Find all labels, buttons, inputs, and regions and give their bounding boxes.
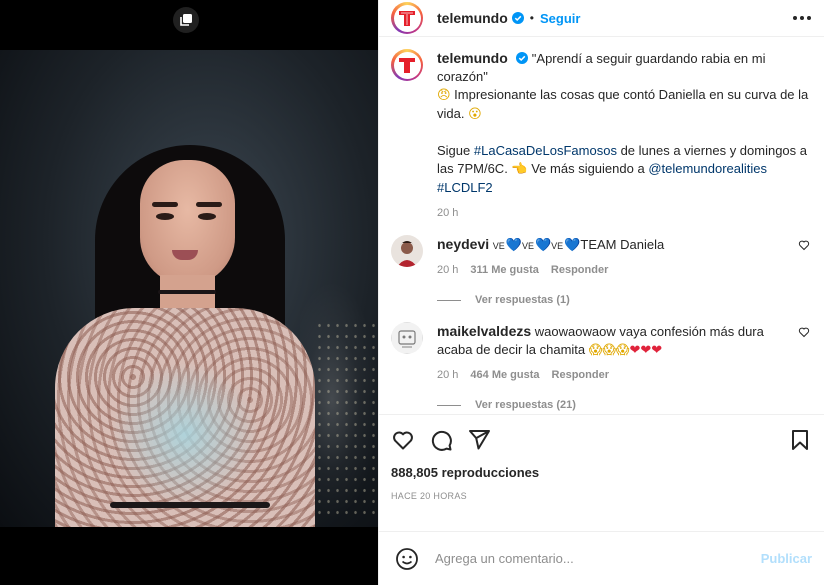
comment-username[interactable]: maikelvaldezs — [437, 323, 531, 339]
surprised-emoji: 😮 — [468, 107, 482, 122]
embroidered-dress — [55, 308, 315, 527]
emoji: 💙 — [505, 238, 522, 253]
ve-text: VE — [551, 241, 564, 251]
heart-icon[interactable] — [798, 326, 810, 338]
comments-section[interactable]: telemundo "Aprendí a seguir guardando rab… — [379, 37, 824, 414]
view-replies[interactable]: Ver respuestas (1) — [437, 294, 814, 306]
caption-text: telemundo "Aprendí a seguir guardando rab… — [437, 49, 814, 197]
follow-button[interactable]: Seguir — [540, 11, 580, 26]
caption-time: 20 h — [437, 207, 459, 219]
ve-text: VE — [521, 241, 534, 251]
comment-icon[interactable] — [429, 428, 453, 452]
eyebrow-right — [196, 202, 222, 207]
media-panel[interactable] — [0, 0, 378, 585]
comment-meta: 20 h 464 Me gusta Responder — [437, 369, 814, 381]
heart-icon[interactable] — [798, 239, 810, 251]
comment-item: maikelvaldezs waowaowaow vaya confesión … — [391, 322, 814, 381]
action-bar: 888,805 reproducciones HACE 20 HORAS — [379, 414, 824, 531]
angry-emoji: 😠 — [437, 88, 451, 103]
comment-fragment: TEAM Daniela — [580, 237, 665, 252]
more-icon[interactable] — [793, 16, 811, 20]
comment-meta: 20 h 311 Me gusta Responder — [437, 264, 814, 276]
caption-avatar[interactable] — [391, 49, 423, 81]
comment-likes[interactable]: 464 Me gusta — [470, 369, 539, 381]
hashtag-link-2[interactable]: #LCDLF2 — [437, 180, 493, 195]
view-replies-label[interactable]: Ver respuestas (21) — [475, 399, 576, 411]
emoji: 💙 — [534, 238, 552, 253]
comment-input[interactable]: Agrega un comentario... — [435, 551, 761, 566]
eye-right — [198, 213, 216, 220]
comment-text: maikelvaldezs waowaowaow vaya confesión … — [437, 322, 814, 360]
add-comment-bar: Agrega un comentario... Publicar — [379, 531, 824, 585]
emoji: 💙 — [564, 238, 581, 253]
view-replies-label[interactable]: Ver respuestas (1) — [475, 294, 570, 306]
emoji: ❤❤❤ — [629, 343, 663, 358]
dress-belt — [110, 502, 270, 508]
caption-username[interactable]: telemundo — [437, 50, 508, 66]
eyebrow-left — [152, 202, 178, 207]
instagram-post: telemundo • Seguir telemundo "Aprendí a … — [0, 0, 824, 585]
mention-link[interactable]: @telemundorealities — [648, 161, 767, 176]
pointing-emoji: 👈 — [511, 162, 528, 177]
multi-media-icon[interactable] — [173, 7, 199, 33]
emoji-icon[interactable] — [395, 547, 419, 571]
avatar[interactable] — [391, 2, 423, 34]
verified-icon — [511, 12, 524, 24]
side-panel: telemundo • Seguir telemundo "Aprendí a … — [378, 0, 824, 585]
comment-time: 20 h — [437, 264, 459, 276]
telemundo-logo — [399, 11, 415, 26]
view-replies[interactable]: Ver respuestas (21) — [437, 399, 814, 411]
caption-line2: Impresionante las cosas que contó Daniel… — [437, 87, 809, 121]
view-count[interactable]: 888,805 reproducciones — [391, 465, 812, 480]
post-time: HACE 20 HORAS — [391, 491, 467, 501]
telemundo-logo — [399, 58, 415, 73]
post-comment-button[interactable]: Publicar — [761, 551, 812, 566]
comment-item: neydevi VE💙VE💙VE💙TEAM Daniela 20 h 311 M… — [391, 235, 814, 276]
comment-time: 20 h — [437, 369, 459, 381]
header-username[interactable]: telemundo — [437, 10, 508, 26]
bookmark-icon[interactable] — [788, 428, 812, 452]
choker-necklace — [158, 290, 216, 294]
caption-para2-start: Sigue — [437, 143, 474, 158]
comment-likes[interactable]: 311 Me gusta — [470, 264, 538, 276]
caption: telemundo "Aprendí a seguir guardando rab… — [391, 49, 814, 219]
caption-para2-mid2: Ve más siguiendo a — [527, 161, 649, 176]
comment-body: VE💙VE💙VE💙TEAM Daniela — [492, 237, 665, 253]
commenter-avatar[interactable] — [391, 235, 423, 267]
video-player[interactable] — [0, 50, 378, 527]
reply-button[interactable]: Responder — [552, 369, 609, 381]
emoji: 😱😱😱 — [588, 343, 630, 358]
hashtag-link[interactable]: #LaCasaDeLosFamosos — [474, 143, 617, 158]
commenter-avatar[interactable] — [391, 322, 423, 354]
verified-icon — [515, 52, 528, 64]
person-face — [140, 160, 235, 285]
background-sparkles — [315, 320, 375, 520]
share-icon[interactable] — [467, 428, 491, 452]
eye-left — [156, 213, 174, 220]
ve-text: VE — [492, 241, 505, 251]
reply-button[interactable]: Responder — [551, 264, 608, 276]
post-header: telemundo • Seguir — [379, 0, 824, 37]
comment-username[interactable]: neydevi — [437, 236, 489, 252]
comment-text: neydevi VE💙VE💙VE💙TEAM Daniela — [437, 235, 814, 255]
separator-dot: • — [529, 11, 534, 25]
heart-icon[interactable] — [391, 428, 415, 452]
